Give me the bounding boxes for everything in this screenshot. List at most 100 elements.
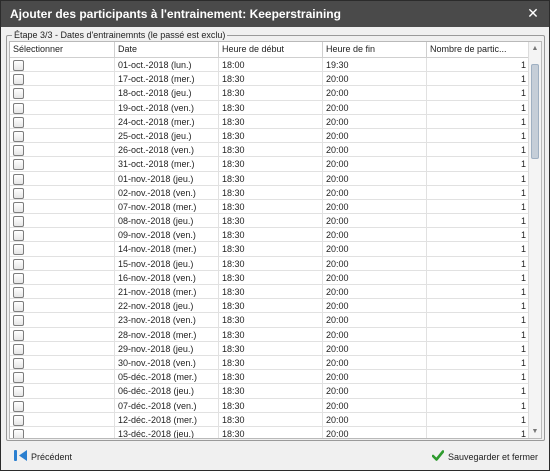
table-row[interactable]: 09-nov.-2018 (ven.) 18:30 20:00 1 xyxy=(10,228,528,243)
end-time-cell: 20:00 xyxy=(323,228,427,243)
start-time-cell: 18:30 xyxy=(219,370,323,385)
table-row[interactable]: 23-nov.-2018 (ven.) 18:30 20:00 1 xyxy=(10,313,528,328)
date-cell: 07-déc.-2018 (ven.) xyxy=(115,398,219,413)
select-checkbox[interactable] xyxy=(13,428,24,438)
select-checkbox[interactable] xyxy=(13,272,24,284)
end-time-cell: 20:00 xyxy=(323,412,427,427)
select-checkbox[interactable] xyxy=(13,159,24,171)
participant-count-cell: 1 xyxy=(520,400,526,411)
end-time-cell: 20:00 xyxy=(323,313,427,328)
table-row[interactable]: 17-oct.-2018 (mer.) 18:30 20:00 1 xyxy=(10,72,528,87)
select-cell xyxy=(10,426,115,438)
start-time-cell: 18:30 xyxy=(219,185,323,200)
select-checkbox[interactable] xyxy=(13,102,24,114)
select-checkbox[interactable] xyxy=(13,400,24,412)
date-cell: 26-oct.-2018 (ven.) xyxy=(115,143,219,158)
table-row[interactable]: 14-nov.-2018 (mer.) 18:30 20:00 1 xyxy=(10,242,528,257)
table-row[interactable]: 26-oct.-2018 (ven.) 18:30 20:00 1 xyxy=(10,143,528,158)
select-checkbox[interactable] xyxy=(13,244,24,256)
table-row[interactable]: 22-nov.-2018 (jeu.) 18:30 20:00 1 xyxy=(10,299,528,314)
select-checkbox[interactable] xyxy=(13,60,24,71)
vertical-scrollbar[interactable]: ▲ ▼ xyxy=(528,42,541,438)
select-checkbox[interactable] xyxy=(13,372,24,384)
dialog-footer: Précédent Sauvegarder et fermer xyxy=(1,442,549,470)
select-cell xyxy=(10,270,115,285)
start-time-cell: 18:30 xyxy=(219,426,323,438)
start-time-cell: 18:30 xyxy=(219,270,323,285)
table-row[interactable]: 15-nov.-2018 (jeu.) 18:30 20:00 1 xyxy=(10,256,528,271)
select-cell xyxy=(10,114,115,129)
end-time-cell: 20:00 xyxy=(323,370,427,385)
date-cell: 23-nov.-2018 (ven.) xyxy=(115,313,219,328)
participant-count-cell: 1 xyxy=(520,102,526,113)
end-time-cell: 20:00 xyxy=(323,100,427,115)
table-row[interactable]: 13-déc.-2018 (jeu.) 18:30 20:00 1 xyxy=(10,426,528,438)
table-row[interactable]: 08-nov.-2018 (jeu.) 18:30 20:00 1 xyxy=(10,214,528,229)
table-row[interactable]: 06-déc.-2018 (jeu.) 18:30 20:00 1 xyxy=(10,384,528,399)
table-row[interactable]: 28-nov.-2018 (mer.) 18:30 20:00 1 xyxy=(10,327,528,342)
select-checkbox[interactable] xyxy=(13,258,24,270)
end-time-cell: 20:00 xyxy=(323,114,427,129)
start-time-cell: 18:30 xyxy=(219,72,323,87)
select-cell xyxy=(10,72,115,87)
table-row[interactable]: 21-nov.-2018 (mer.) 18:30 20:00 1 xyxy=(10,285,528,300)
select-checkbox[interactable] xyxy=(13,201,24,213)
participant-count-cell: 1 xyxy=(520,343,526,354)
table-row[interactable]: 07-nov.-2018 (mer.) 18:30 20:00 1 xyxy=(10,199,528,215)
select-checkbox[interactable] xyxy=(13,173,24,185)
participant-count-cell: 1 xyxy=(520,272,526,283)
select-checkbox[interactable] xyxy=(13,216,24,228)
table-row[interactable]: 12-déc.-2018 (mer.) 18:30 20:00 1 xyxy=(10,412,528,427)
header-end-time[interactable]: Heure de fin xyxy=(323,42,427,57)
dialog-title: Ajouter des participants à l'entrainemen… xyxy=(10,7,341,21)
select-checkbox[interactable] xyxy=(13,329,24,341)
save-and-close-button[interactable]: Sauvegarder et fermer xyxy=(431,449,538,465)
end-time-cell: 20:00 xyxy=(323,86,427,101)
table-row[interactable]: 01-nov.-2018 (jeu.) 18:30 20:00 1 xyxy=(10,171,528,186)
header-start-time[interactable]: Heure de début xyxy=(219,42,323,57)
header-participant-count[interactable]: Nombre de partic... xyxy=(427,42,528,57)
select-checkbox[interactable] xyxy=(13,287,24,298)
select-checkbox[interactable] xyxy=(13,386,24,398)
previous-button[interactable]: Précédent xyxy=(14,449,72,465)
scroll-down-arrow-icon[interactable]: ▼ xyxy=(531,427,539,436)
select-cell xyxy=(10,256,115,271)
table-row[interactable]: 29-nov.-2018 (jeu.) 18:30 20:00 1 xyxy=(10,341,528,356)
close-icon[interactable]: ✕ xyxy=(525,5,541,21)
table-row[interactable]: 19-oct.-2018 (ven.) 18:30 20:00 1 xyxy=(10,100,528,115)
select-checkbox[interactable] xyxy=(13,343,24,355)
scroll-up-arrow-icon[interactable]: ▲ xyxy=(531,44,539,53)
header-date[interactable]: Date xyxy=(115,42,219,57)
scroll-thumb[interactable] xyxy=(531,64,539,159)
table-row[interactable]: 24-oct.-2018 (mer.) 18:30 20:00 1 xyxy=(10,114,528,129)
table-row[interactable]: 01-oct.-2018 (lun.) 18:00 19:30 1 xyxy=(10,58,528,73)
table-row[interactable]: 16-nov.-2018 (ven.) 18:30 20:00 1 xyxy=(10,270,528,285)
save-and-close-label: Sauvegarder et fermer xyxy=(447,452,538,462)
select-checkbox[interactable] xyxy=(13,187,24,199)
select-checkbox[interactable] xyxy=(13,74,24,86)
select-checkbox[interactable] xyxy=(13,145,24,157)
table-row[interactable]: 05-déc.-2018 (mer.) 18:30 20:00 1 xyxy=(10,370,528,385)
select-checkbox[interactable] xyxy=(13,315,24,327)
select-cell xyxy=(10,228,115,243)
start-time-cell: 18:30 xyxy=(219,384,323,399)
select-checkbox[interactable] xyxy=(13,130,24,142)
title-bar: Ajouter des participants à l'entrainemen… xyxy=(1,1,549,27)
select-checkbox[interactable] xyxy=(13,357,24,369)
participant-count-cell: 1 xyxy=(520,88,526,99)
table-row[interactable]: 25-oct.-2018 (jeu.) 18:30 20:00 1 xyxy=(10,128,528,144)
select-checkbox[interactable] xyxy=(13,301,24,313)
table-row[interactable]: 02-nov.-2018 (ven.) 18:30 20:00 1 xyxy=(10,185,528,200)
select-checkbox[interactable] xyxy=(13,414,24,426)
select-checkbox[interactable] xyxy=(13,116,24,128)
select-cell xyxy=(10,355,115,370)
select-checkbox[interactable] xyxy=(13,88,24,100)
participant-count-cell: 1 xyxy=(520,116,526,127)
table-row[interactable]: 18-oct.-2018 (jeu.) 18:30 20:00 1 xyxy=(10,86,528,101)
select-checkbox[interactable] xyxy=(13,230,24,242)
table-row[interactable]: 07-déc.-2018 (ven.) 18:30 20:00 1 xyxy=(10,398,528,413)
table-row[interactable]: 31-oct.-2018 (mer.) 18:30 20:00 1 xyxy=(10,157,528,172)
header-select[interactable]: Sélectionner xyxy=(10,42,115,57)
participant-count-cell: 1 xyxy=(520,74,526,85)
table-row[interactable]: 30-nov.-2018 (ven.) 18:30 20:00 1 xyxy=(10,355,528,371)
